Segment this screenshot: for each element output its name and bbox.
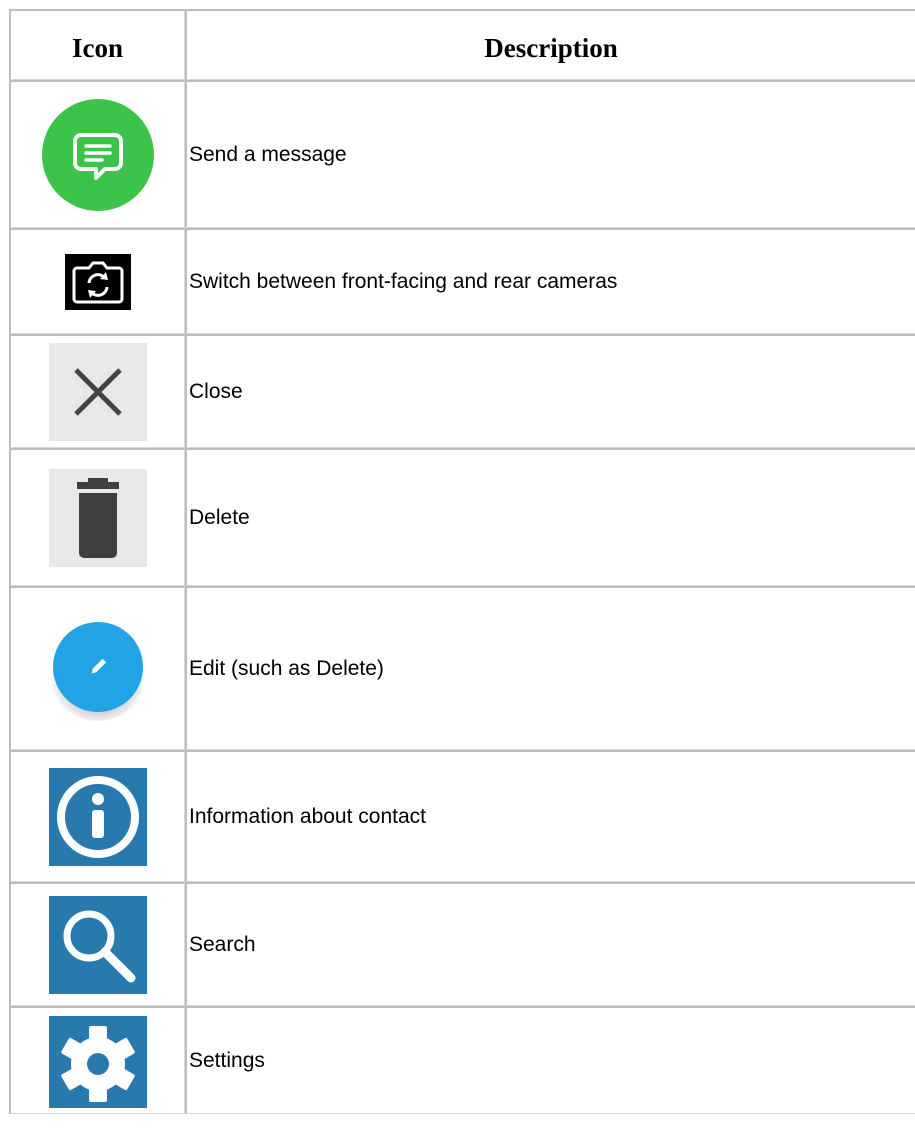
table-row: Delete [9,448,915,586]
description-column-header: Description [185,9,915,80]
switch-camera-icon [64,253,131,310]
gear-icon [48,1016,147,1108]
icon-cell [9,448,185,586]
icon-description-table-container: Icon Description Send a message Switch b… [9,9,915,1114]
icon-cell [9,1006,185,1114]
icon-cell [9,882,185,1006]
search-magnifier-icon [48,895,147,994]
table-row: Edit (such as Delete) [9,586,915,750]
table-row: Information about contact [9,750,915,882]
message-bubble-icon [41,98,155,212]
description-cell: Search [185,882,915,1006]
table-row: Search [9,882,915,1006]
table-header-row: Icon Description [9,9,915,80]
table-row: Settings [9,1006,915,1114]
trash-can-icon [48,468,147,567]
table-row: Switch between front-facing and rear cam… [9,228,915,334]
icon-cell [9,750,185,882]
info-icon [48,767,147,866]
description-cell: Delete [185,448,915,586]
icon-cell [9,80,185,228]
description-cell: Information about contact [185,750,915,882]
icon-cell [9,228,185,334]
description-cell: Settings [185,1006,915,1114]
table-row: Send a message [9,80,915,228]
close-x-icon [48,342,147,441]
edit-pencil-icon [46,617,150,721]
description-cell: Close [185,334,915,448]
icon-cell [9,586,185,750]
table-row: Close [9,334,915,448]
description-cell: Edit (such as Delete) [185,586,915,750]
description-cell: Switch between front-facing and rear cam… [185,228,915,334]
description-cell: Send a message [185,80,915,228]
icon-description-table: Icon Description Send a message Switch b… [9,9,915,1114]
icon-column-header: Icon [9,9,185,80]
icon-cell [9,334,185,448]
